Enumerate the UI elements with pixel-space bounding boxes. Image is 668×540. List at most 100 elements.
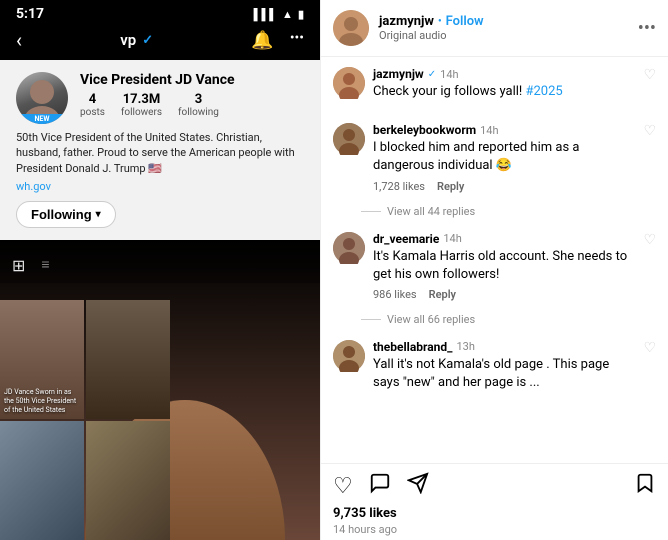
comment-text: Yall it's not Kamala's old page . This p… [373, 356, 635, 392]
comment-item: jazmynjw ✓ 14h Check your ig follows yal… [321, 57, 668, 113]
top-nav: ‹ vp ✓ 🔔 ••• [0, 0, 320, 60]
post-time: 14 hours ago [333, 523, 656, 536]
nav-username-area: vp ✓ [120, 31, 153, 49]
comment-text: Check your ig follows yall! #2025 [373, 83, 635, 101]
comment-body: dr_veemarie 14h It's Kamala Harris old a… [373, 232, 635, 301]
view-replies-label: View all 66 replies [387, 313, 475, 326]
grid-view-icon[interactable]: ⊞ [12, 256, 25, 275]
likes-count: 1,728 likes [373, 180, 425, 193]
comment-item: dr_veemarie 14h It's Kamala Harris old a… [321, 222, 668, 311]
comment-time: 14h [480, 124, 498, 137]
comment-button[interactable] [369, 472, 391, 500]
profile-name: Vice President JD Vance [80, 72, 304, 88]
stat-posts-label: posts [80, 107, 105, 118]
reply-button[interactable]: Reply [437, 180, 464, 193]
avatar [333, 123, 365, 155]
thumbnail-grid: JD Vance Sworn in as the 50th Vice Presi… [0, 300, 170, 540]
comment-header: thebellabrand_ 13h [373, 340, 635, 354]
comment-username: dr_veemarie [373, 232, 439, 246]
comment-header: jazmynjw ✓ 14h [373, 67, 635, 81]
avatar [333, 340, 365, 372]
notification-icon[interactable]: 🔔 [251, 30, 273, 51]
view-replies-label: View all 44 replies [387, 205, 475, 218]
comment-verified-icon: ✓ [428, 69, 436, 80]
avatar [333, 232, 365, 264]
comment-text: I blocked him and reported him as a dang… [373, 139, 635, 175]
right-header-info: jazmynjw • Follow Original audio [379, 14, 638, 42]
username-text: jazmynjw [379, 14, 434, 29]
comment-header: dr_veemarie 14h [373, 232, 635, 246]
profile-link[interactable]: wh.gov [16, 180, 304, 193]
like-button[interactable]: ♡ [333, 474, 353, 499]
stat-followers: 17.3M followers [121, 92, 162, 118]
avatar [333, 67, 365, 99]
heart-icon[interactable]: ♡ [643, 340, 656, 356]
comment-username: berkeleybookworm [373, 123, 476, 137]
right-panel: jazmynjw • Follow Original audio ••• jaz… [320, 0, 668, 540]
profile-overlay: NEW Vice President JD Vance 4 posts 17.3… [0, 60, 320, 240]
comments-area[interactable]: jazmynjw ✓ 14h Check your ig follows yal… [321, 57, 668, 463]
stat-followers-num: 17.3M [121, 92, 162, 107]
following-label: Following [31, 207, 92, 222]
following-button[interactable]: Following ▾ [16, 201, 116, 228]
verified-dot: • [438, 16, 442, 27]
chevron-down-icon: ▾ [96, 209, 101, 220]
new-badge: NEW [16, 114, 68, 124]
profile-bio: 50th Vice President of the United States… [16, 130, 304, 176]
follow-button[interactable]: Follow [446, 14, 484, 29]
reply-button[interactable]: Reply [429, 288, 456, 301]
nav-right-icons: 🔔 ••• [251, 30, 304, 51]
comment-username: jazmynjw [373, 67, 424, 81]
comment-actions: 986 likes Reply [373, 288, 635, 301]
profile-info: Vice President JD Vance 4 posts 17.3M fo… [80, 72, 304, 118]
right-username: jazmynjw • Follow [379, 14, 638, 29]
view-replies-button[interactable]: View all 66 replies [361, 313, 668, 326]
thumbnail-2[interactable] [86, 300, 170, 419]
verified-icon: ✓ [142, 33, 153, 48]
post-actions: ♡ 9,735 likes 14 hours ago [321, 463, 668, 540]
likes-count: 986 likes [373, 288, 417, 301]
view-toggle: ⊞ ≡ [0, 248, 320, 283]
stat-posts: 4 posts [80, 92, 105, 118]
comment-item: berkeleybookworm 14h I blocked him and r… [321, 113, 668, 202]
comment-time: 14h [440, 68, 458, 81]
replies-line [361, 319, 381, 320]
right-avatar [333, 10, 369, 46]
stat-followers-label: followers [121, 107, 162, 118]
list-view-icon[interactable]: ≡ [41, 256, 49, 275]
right-header: jazmynjw • Follow Original audio ••• [321, 0, 668, 57]
back-button[interactable]: ‹ [16, 28, 22, 52]
bookmark-button[interactable] [634, 472, 656, 500]
stat-following-num: 3 [178, 92, 219, 107]
likes-total: 9,735 likes [333, 506, 656, 521]
thumbnail-1[interactable]: JD Vance Sworn in as the 50th Vice Presi… [0, 300, 84, 419]
comment-body: thebellabrand_ 13h Yall it's not Kamala'… [373, 340, 635, 394]
stat-posts-num: 4 [80, 92, 105, 107]
profile-header: NEW Vice President JD Vance 4 posts 17.3… [16, 72, 304, 124]
right-subtitle: Original audio [379, 29, 638, 42]
comment-username: thebellabrand_ [373, 340, 452, 354]
more-icon[interactable]: ••• [290, 30, 304, 51]
comment-actions: 1,728 likes Reply [373, 180, 635, 193]
more-options-button[interactable]: ••• [638, 18, 656, 39]
stat-following-label: following [178, 107, 219, 118]
heart-icon[interactable]: ♡ [643, 67, 656, 83]
heart-icon[interactable]: ♡ [643, 232, 656, 248]
comment-time: 14h [443, 232, 461, 245]
stat-following: 3 following [178, 92, 219, 118]
hashtag: #2025 [525, 84, 562, 99]
nav-username: vp [120, 31, 136, 49]
comment-text: It's Kamala Harris old account. She need… [373, 248, 635, 284]
profile-stats: 4 posts 17.3M followers 3 following [80, 92, 304, 118]
comment-body: jazmynjw ✓ 14h Check your ig follows yal… [373, 67, 635, 103]
comment-header: berkeleybookworm 14h [373, 123, 635, 137]
heart-icon[interactable]: ♡ [643, 123, 656, 139]
view-replies-button[interactable]: View all 44 replies [361, 205, 668, 218]
thumbnail-3[interactable] [0, 421, 84, 540]
comment-item: thebellabrand_ 13h Yall it's not Kamala'… [321, 330, 668, 404]
thumbnail-4[interactable] [86, 421, 170, 540]
comment-body: berkeleybookworm 14h I blocked him and r… [373, 123, 635, 192]
action-icons-row: ♡ [333, 472, 656, 500]
profile-avatar: NEW [16, 72, 68, 124]
share-button[interactable] [407, 472, 429, 500]
